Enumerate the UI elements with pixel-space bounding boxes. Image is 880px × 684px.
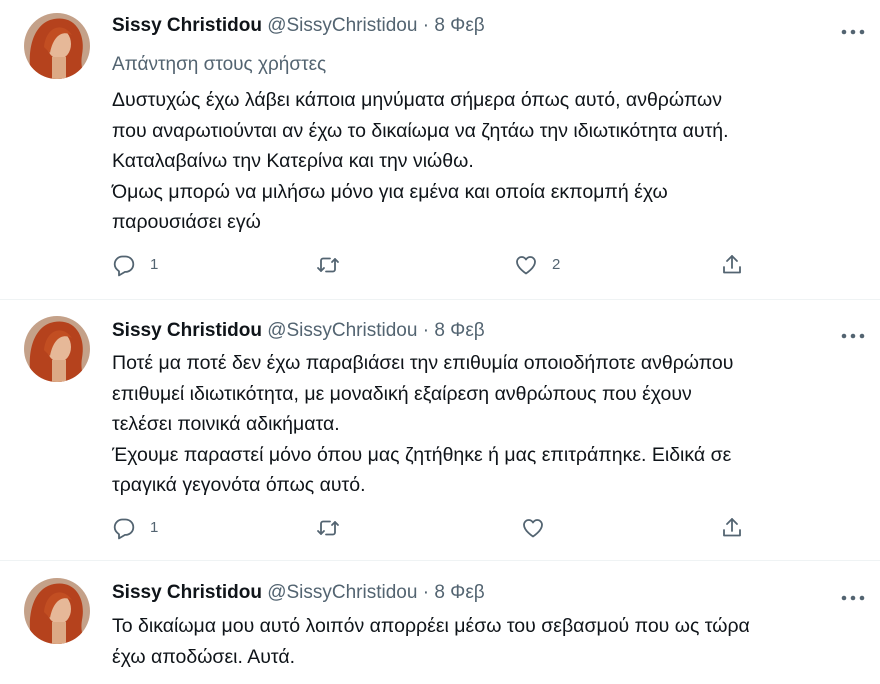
like-button[interactable]: 2 bbox=[514, 252, 560, 278]
author-handle[interactable]: @SissyChristidou bbox=[267, 582, 417, 603]
avatar[interactable] bbox=[24, 578, 90, 644]
speech-bubble-icon bbox=[113, 255, 135, 277]
retweet-arrows-icon bbox=[317, 257, 339, 273]
author-name[interactable]: Sissy Christidou bbox=[112, 15, 262, 36]
like-count: 2 bbox=[552, 256, 561, 273]
tweet-text: Ποτέ μα ποτέ δεν έχω παραβιάσει την επιθ… bbox=[112, 352, 734, 496]
author-name[interactable]: Sissy Christidou bbox=[112, 582, 262, 603]
avatar-photo bbox=[24, 316, 90, 382]
avatar[interactable] bbox=[24, 316, 90, 382]
more-button[interactable] bbox=[840, 326, 866, 346]
tweet-date[interactable]: 8 Φεβ bbox=[434, 582, 484, 603]
tweet-text: Δυστυχώς έχω λάβει κάποια μηνύματα σήμερ… bbox=[112, 89, 729, 233]
avatar[interactable] bbox=[24, 13, 90, 79]
heart-icon bbox=[516, 256, 536, 275]
author-handle[interactable]: @SissyChristidou bbox=[267, 15, 417, 36]
author-name[interactable]: Sissy Christidou bbox=[112, 320, 262, 341]
reply-count: 1 bbox=[150, 256, 159, 273]
more-dots-icon bbox=[841, 29, 865, 35]
tweet-3[interactable]: Sissy Christidou @SissyChristidou · 8 Φε… bbox=[0, 561, 880, 684]
more-dots-icon bbox=[841, 333, 865, 339]
retweet-button[interactable] bbox=[316, 515, 354, 541]
retweet-arrows-icon bbox=[317, 520, 339, 536]
tweet-1[interactable]: Sissy Christidou @SissyChristidou · 8 Φε… bbox=[0, 0, 880, 300]
share-upload-icon bbox=[723, 518, 741, 537]
share-upload-icon bbox=[723, 255, 741, 274]
share-button[interactable] bbox=[720, 252, 744, 278]
tweet-header: Sissy Christidou @SissyChristidou · 8 Φε… bbox=[112, 319, 485, 343]
tweet-date[interactable]: 8 Φεβ bbox=[434, 320, 484, 341]
retweet-button[interactable] bbox=[316, 252, 354, 278]
speech-bubble-icon bbox=[113, 518, 135, 540]
heart-icon bbox=[523, 519, 543, 538]
tweet-2[interactable]: Sissy Christidou @SissyChristidou · 8 Φε… bbox=[0, 300, 880, 560]
tweet-header: Sissy Christidou @SissyChristidou · 8 Φε… bbox=[112, 581, 485, 605]
tweet-date[interactable]: 8 Φεβ bbox=[434, 15, 484, 36]
reply-button[interactable]: 1 bbox=[112, 252, 158, 278]
tweet-text: Το δικαίωμα μου αυτό λοιπόν απορρέει μέσ… bbox=[112, 615, 750, 668]
avatar-photo bbox=[24, 13, 90, 79]
separator-dot: · bbox=[422, 582, 430, 603]
reply-button[interactable]: 1 bbox=[112, 515, 158, 541]
separator-dot: · bbox=[422, 320, 430, 341]
reply-count: 1 bbox=[150, 519, 159, 536]
like-button[interactable] bbox=[521, 515, 559, 541]
more-dots-icon bbox=[841, 595, 865, 601]
more-button[interactable] bbox=[840, 22, 866, 42]
tweet-header: Sissy Christidou @SissyChristidou · 8 Φε… bbox=[112, 14, 485, 38]
separator-dot: · bbox=[422, 15, 430, 36]
more-button[interactable] bbox=[840, 588, 866, 608]
avatar-photo bbox=[24, 578, 90, 644]
reply-context: Απάντηση στους χρήστες bbox=[112, 54, 327, 75]
share-button[interactable] bbox=[720, 515, 744, 541]
author-handle[interactable]: @SissyChristidou bbox=[267, 320, 417, 341]
